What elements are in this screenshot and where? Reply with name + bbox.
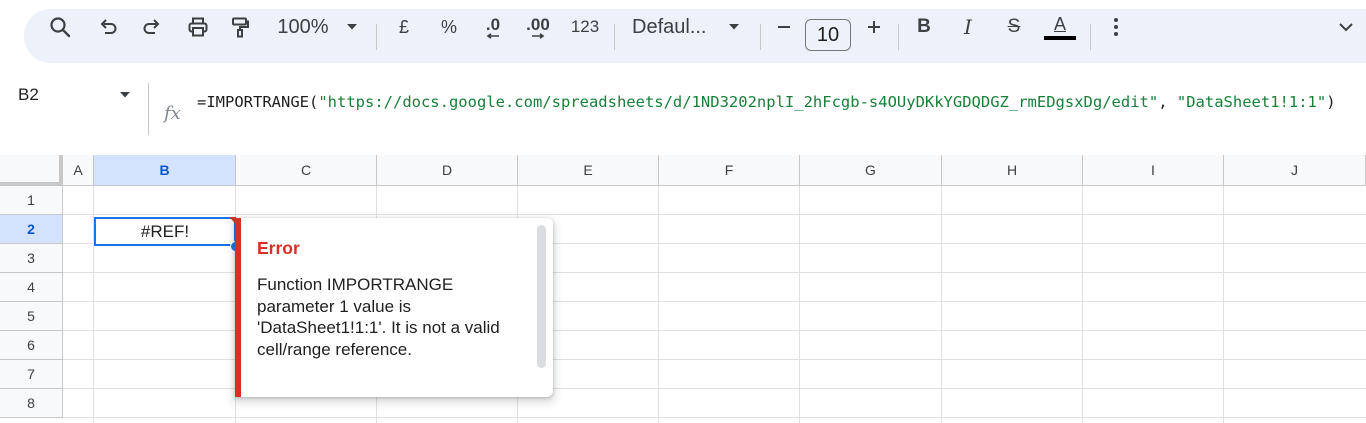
more-formats-button[interactable]: 123 <box>568 0 602 54</box>
zoom-value[interactable]: 100% <box>274 0 332 54</box>
bold-button[interactable]: B <box>912 0 936 54</box>
formula-bar-divider <box>148 83 149 135</box>
row-header-4[interactable]: 4 <box>0 273 63 302</box>
arrow-right-icon <box>532 32 545 39</box>
formula-separator: , <box>1158 93 1177 111</box>
row-header-3[interactable]: 3 <box>0 244 63 273</box>
column-header-j[interactable]: J <box>1224 155 1366 186</box>
row-header-2[interactable]: 2 <box>0 215 63 244</box>
column-header-g[interactable]: G <box>800 155 942 186</box>
cell-b2[interactable]: #REF! <box>94 217 236 246</box>
row-header-1[interactable]: 1 <box>0 186 63 215</box>
font-family-select[interactable]: Defaul... <box>632 0 714 54</box>
formula-input[interactable]: =IMPORTRANGE("https://docs.google.com/sp… <box>197 86 1347 118</box>
toolbar-divider <box>760 24 761 50</box>
collapse-menu-icon[interactable] <box>1334 0 1358 54</box>
column-header-c[interactable]: C <box>236 155 377 186</box>
currency-format-button[interactable]: £ <box>392 0 416 54</box>
column-header-b[interactable]: B <box>94 155 236 186</box>
toolbar-divider <box>376 24 377 50</box>
redo-icon[interactable] <box>138 0 166 54</box>
zoom-dropdown-icon[interactable] <box>342 0 362 54</box>
name-box[interactable]: B2 <box>0 63 148 155</box>
percent-format-button[interactable]: % <box>436 0 462 54</box>
row-header-7[interactable]: 7 <box>0 360 63 389</box>
text-color-label: A <box>1053 13 1066 34</box>
arrow-left-icon <box>486 32 499 39</box>
toolbar-divider <box>614 24 615 50</box>
error-popup: Error Function IMPORTRANGE parameter 1 v… <box>235 218 553 397</box>
strikethrough-button[interactable]: S <box>1000 0 1028 54</box>
decrease-font-size-icon[interactable] <box>772 0 796 54</box>
more-options-icon[interactable] <box>1104 0 1128 54</box>
increase-font-size-icon[interactable] <box>862 0 886 54</box>
row-header-5[interactable]: 5 <box>0 302 63 331</box>
formula-range-arg: "DataSheet1!1:1" <box>1176 93 1327 111</box>
row-header-6[interactable]: 6 <box>0 331 63 360</box>
column-header-f[interactable]: F <box>659 155 800 186</box>
error-title: Error <box>257 238 300 258</box>
print-icon[interactable] <box>184 0 212 54</box>
formula-prefix: =IMPORTRANGE( <box>197 93 319 111</box>
name-box-value: B2 <box>18 85 39 104</box>
font-size-input[interactable]: 10 <box>805 19 851 51</box>
italic-button[interactable]: I <box>956 0 980 54</box>
formula-url-arg: "https://docs.google.com/spreadsheets/d/… <box>318 93 1159 111</box>
font-dropdown-icon[interactable] <box>724 0 744 54</box>
grid-line <box>63 214 1366 215</box>
column-header-h[interactable]: H <box>942 155 1083 186</box>
decrease-decimal-button[interactable]: .0 <box>478 0 508 54</box>
formula-suffix: ) <box>1326 93 1336 111</box>
name-box-dropdown-icon[interactable] <box>119 91 131 99</box>
column-header-i[interactable]: I <box>1083 155 1224 186</box>
row-header-8[interactable]: 8 <box>0 389 63 418</box>
toolbar-divider <box>898 24 899 50</box>
decrease-decimal-label: .0 <box>485 14 501 34</box>
column-header-e[interactable]: E <box>518 155 659 186</box>
formula-bar: B2 fx =IMPORTRANGE("https://docs.google.… <box>0 63 1366 156</box>
error-message: Function IMPORTRANGE parameter 1 value i… <box>257 275 500 359</box>
paint-format-icon[interactable] <box>226 0 254 54</box>
increase-decimal-button[interactable]: .00 <box>522 0 554 54</box>
sheet-grid: A B C D E F G H I J 1 2 3 4 5 6 7 8 #REF… <box>0 155 1366 423</box>
grid-line <box>63 417 1366 418</box>
search-icon[interactable] <box>46 0 74 54</box>
popup-scrollbar[interactable] <box>537 225 546 368</box>
fx-icon: fx <box>164 103 181 124</box>
undo-icon[interactable] <box>94 0 122 54</box>
text-color-swatch <box>1044 35 1076 40</box>
error-accent-bar <box>235 218 241 397</box>
increase-decimal-label: .00 <box>526 14 550 34</box>
column-header-d[interactable]: D <box>377 155 518 186</box>
toolbar-divider <box>1090 24 1091 50</box>
column-header-a[interactable]: A <box>63 155 94 186</box>
text-color-button[interactable]: A <box>1042 0 1078 54</box>
select-all-corner[interactable] <box>0 155 63 186</box>
